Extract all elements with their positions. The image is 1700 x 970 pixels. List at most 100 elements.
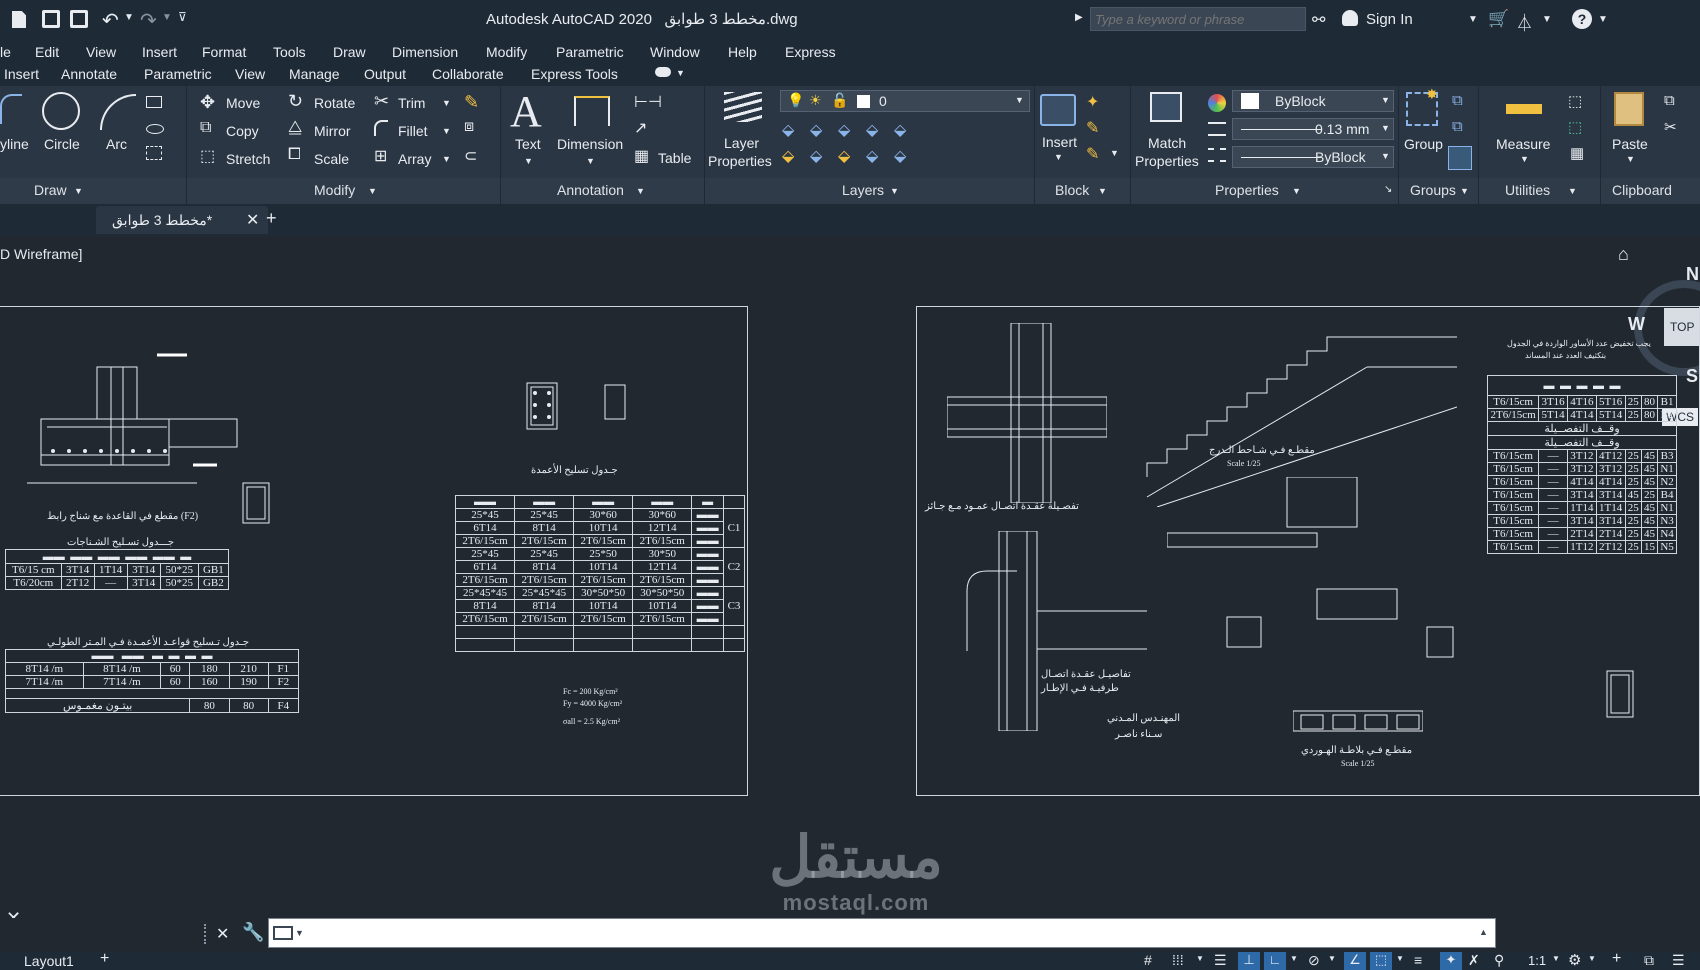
object-snap-icon[interactable]: ⬚: [1370, 952, 1392, 970]
binoculars-icon[interactable]: ⚯: [1312, 10, 1325, 30]
redo-icon[interactable]: ↷: [140, 8, 157, 33]
annotation-scale[interactable]: 1:1: [1528, 953, 1546, 968]
chevron-down-icon[interactable]: ▼: [1396, 954, 1404, 963]
chevron-right-icon[interactable]: ▶: [1075, 12, 1083, 23]
menu-draw[interactable]: Draw: [333, 44, 366, 60]
help-icon[interactable]: ?: [1572, 9, 1592, 29]
close-icon[interactable]: ✕: [6, 908, 21, 918]
object-snap-tracking-icon[interactable]: ∠: [1344, 952, 1366, 970]
chevron-down-icon[interactable]: ▼: [1552, 954, 1560, 963]
paste-icon[interactable]: [1614, 92, 1644, 126]
layers-panel-title[interactable]: Layers: [842, 182, 884, 198]
polyline-icon[interactable]: [0, 94, 22, 124]
document-tab[interactable]: مخطط 3 طوابق* ✕: [96, 206, 268, 234]
color-wheel-icon[interactable]: [1208, 94, 1226, 112]
right-drawing-sheet[interactable]: تفصـيلة عقـدة اتصـال عمـود مـع جـائز مقط…: [916, 306, 1700, 796]
chevron-down-icon[interactable]: ▼: [1098, 186, 1107, 196]
quick-select-icon[interactable]: ⬚: [1568, 92, 1582, 110]
table-button-label[interactable]: Table: [658, 150, 691, 166]
block-panel-title[interactable]: Block: [1055, 182, 1089, 198]
home-icon[interactable]: ⌂: [1618, 244, 1629, 265]
fillet-button[interactable]: Fillet: [398, 123, 428, 139]
chevron-down-icon[interactable]: ▼: [1196, 954, 1204, 963]
stretch-button[interactable]: Stretch: [226, 151, 270, 167]
move-button[interactable]: Move: [226, 95, 260, 111]
tab-annotate[interactable]: Annotate: [61, 66, 117, 82]
copy-icon[interactable]: ⧉: [200, 119, 211, 137]
layer-properties-label-1[interactable]: Layer: [724, 135, 759, 151]
chevron-down-icon[interactable]: ▼: [162, 12, 172, 23]
chevron-down-icon[interactable]: ▼: [636, 186, 645, 196]
polyline-button-label[interactable]: yline: [0, 136, 29, 152]
tab-express-tools[interactable]: Express Tools: [531, 66, 618, 82]
menu-format[interactable]: Format: [202, 44, 246, 60]
tab-output[interactable]: Output: [364, 66, 406, 82]
text-icon[interactable]: A: [510, 86, 542, 137]
tab-parametric[interactable]: Parametric: [144, 66, 212, 82]
chevron-down-icon[interactable]: ▼: [1054, 152, 1063, 162]
hatch-icon[interactable]: [146, 146, 162, 160]
chevron-down-icon[interactable]: ▼: [1520, 154, 1529, 164]
ungroup-icon[interactable]: ⧉: [1452, 92, 1463, 109]
chevron-down-icon[interactable]: ▼: [1468, 14, 1478, 25]
insert-button-label[interactable]: Insert: [1042, 134, 1077, 150]
menu-insert[interactable]: Insert: [142, 44, 177, 60]
annotation-visibility-icon[interactable]: ⚲: [1494, 952, 1504, 969]
scale-icon[interactable]: ⧠: [288, 146, 301, 164]
layer-tool-icon[interactable]: ⬙: [838, 146, 850, 166]
paste-button-label[interactable]: Paste: [1612, 136, 1648, 152]
layer-properties-label-2[interactable]: Properties: [708, 153, 772, 169]
autodesk-a360-icon[interactable]: ⏃: [1516, 9, 1533, 34]
layer-tool-icon[interactable]: ⬙: [782, 120, 794, 140]
table-icon[interactable]: ▦: [634, 146, 649, 166]
viewcube-north[interactable]: N: [1686, 264, 1699, 285]
arc-icon[interactable]: [100, 94, 136, 130]
match-properties-icon[interactable]: [1150, 92, 1182, 122]
chevron-down-icon[interactable]: ▼: [1598, 14, 1608, 25]
circle-icon[interactable]: [42, 92, 80, 130]
gear-icon[interactable]: ⚙: [1568, 951, 1581, 969]
match-properties-label-2[interactable]: Properties: [1135, 153, 1199, 169]
offset-icon[interactable]: ⊂: [464, 146, 477, 166]
layer-tool-icon[interactable]: ⬙: [894, 146, 906, 166]
select-all-icon[interactable]: ⬚: [1568, 118, 1582, 136]
arc-button-label[interactable]: Arc: [106, 136, 127, 152]
lineweight-toggle-icon[interactable]: ≡: [1414, 952, 1422, 968]
polar-icon[interactable]: ∟: [1264, 952, 1286, 970]
drawing-area[interactable]: D Wireframe] ⌂ N W TOP S WCS مقطع في الق…: [0, 236, 1700, 918]
group-selection-icon[interactable]: [1448, 146, 1472, 170]
lineweight-dropdown[interactable]: 0.13 mm ▼: [1232, 118, 1394, 140]
array-icon[interactable]: ⊞: [374, 146, 387, 166]
leader-icon[interactable]: ↗: [634, 118, 647, 138]
chevron-down-icon[interactable]: ▼: [1626, 154, 1635, 164]
chevron-down-icon[interactable]: ▼: [74, 186, 83, 196]
layer-tool-icon[interactable]: ⬙: [810, 120, 822, 140]
circle-button-label[interactable]: Circle: [44, 136, 80, 152]
linetype-dropdown[interactable]: ByBlock ▼: [1232, 146, 1394, 168]
tab-view[interactable]: View: [235, 66, 265, 82]
isodraft-icon[interactable]: ⊘: [1308, 952, 1320, 969]
chevron-down-icon[interactable]: ▼: [890, 186, 899, 196]
menu-dimension[interactable]: Dimension: [392, 44, 458, 60]
menu-file[interactable]: le: [0, 44, 11, 60]
menu-view[interactable]: View: [86, 44, 116, 60]
dimension-icon[interactable]: [574, 96, 610, 126]
sign-in-link[interactable]: Sign In: [1366, 11, 1413, 28]
chevron-up-icon[interactable]: ▲: [1479, 927, 1488, 937]
trim-button[interactable]: Trim: [398, 95, 425, 111]
left-drawing-sheet[interactable]: مقطع في القاعدة مع شناج رابط (F2) جـــدو…: [0, 306, 748, 796]
chevron-down-icon[interactable]: ▼: [1542, 14, 1552, 25]
command-input[interactable]: ▼ ▲: [268, 918, 1496, 948]
layer-dropdown[interactable]: 💡 ☀ 🔓 0 ▼: [780, 90, 1030, 112]
menu-window[interactable]: Window: [650, 44, 700, 60]
selection-cycling-icon[interactable]: ✗: [1468, 952, 1480, 969]
grid-icon[interactable]: #: [1144, 952, 1152, 968]
chevron-down-icon[interactable]: ▼: [524, 156, 533, 166]
linear-dimension-icon[interactable]: ⊢⊣: [634, 92, 662, 112]
infer-icon[interactable]: ☰: [1214, 952, 1227, 969]
chevron-down-icon[interactable]: ▼: [1588, 954, 1596, 963]
chevron-down-icon[interactable]: ▼: [124, 12, 134, 23]
scale-button[interactable]: Scale: [314, 151, 349, 167]
annotation-panel-title[interactable]: Annotation: [557, 182, 624, 198]
customize-qat-icon[interactable]: ⊽: [178, 10, 187, 24]
